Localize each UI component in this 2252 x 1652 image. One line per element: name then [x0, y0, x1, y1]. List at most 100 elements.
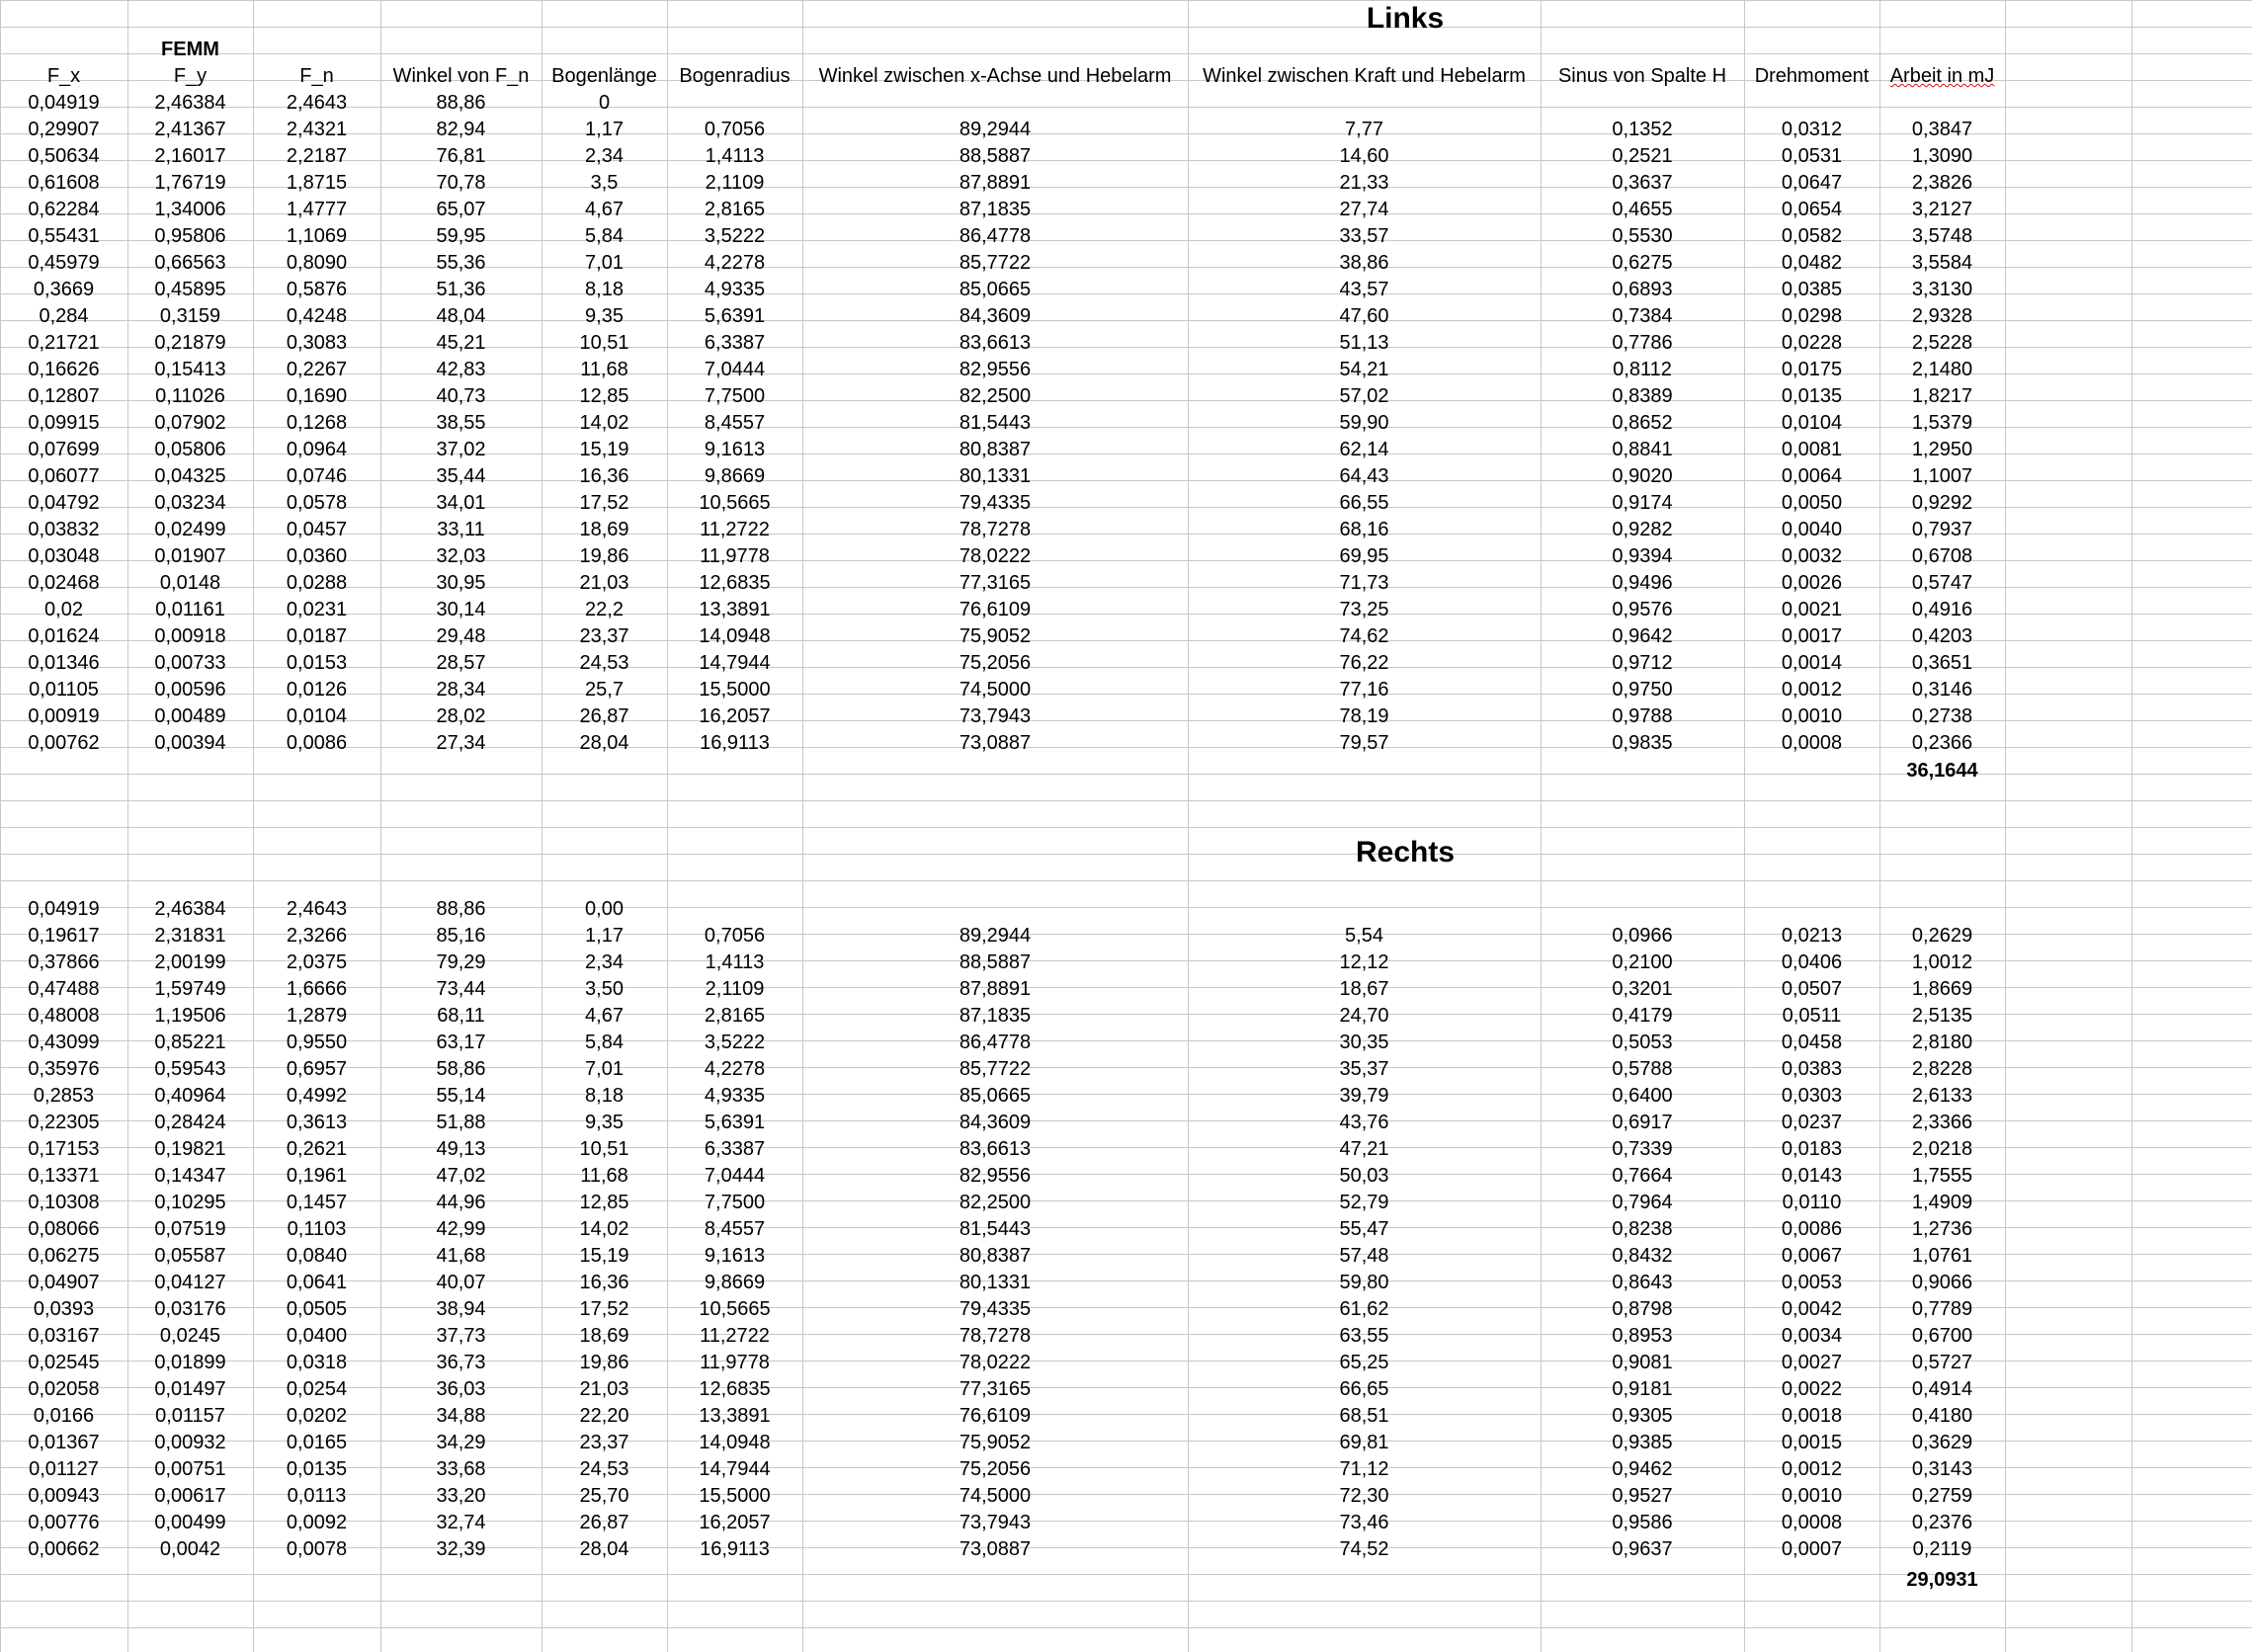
cell-winkel-x-hebelarm[interactable]: 88,5887	[802, 143, 1188, 170]
cell-winkel-kraft-hebelarm[interactable]: 24,70	[1188, 1003, 1541, 1030]
cell-bogenlaenge[interactable]: 19,86	[542, 1350, 667, 1376]
cell-winkel-fn[interactable]: 30,14	[380, 597, 542, 623]
cell-fy[interactable]: 2,41367	[127, 117, 253, 143]
cell-bogenlaenge[interactable]: 24,53	[542, 650, 667, 677]
cell-winkel-x-hebelarm[interactable]: 75,9052	[802, 1430, 1188, 1456]
cell-fy[interactable]: 0,00751	[127, 1456, 253, 1483]
cell-winkel-kraft-hebelarm[interactable]: 63,55	[1188, 1323, 1541, 1350]
cell-fx[interactable]: 0,00943	[0, 1483, 127, 1510]
cell-sinus-h[interactable]: 0,1352	[1541, 117, 1744, 143]
cell-drehmoment[interactable]: 0,0582	[1744, 223, 1879, 250]
cell-drehmoment[interactable]: 0,0010	[1744, 703, 1879, 730]
cell-fy[interactable]: 0,00617	[127, 1483, 253, 1510]
cell-fn[interactable]: 1,4777	[253, 197, 380, 223]
cell-fy[interactable]: 2,00199	[127, 950, 253, 976]
cell-bogenlaenge[interactable]: 9,35	[542, 303, 667, 330]
cell-bogenradius[interactable]: 5,6391	[667, 303, 802, 330]
cell-fn[interactable]: 0,0086	[253, 730, 380, 757]
cell-fx[interactable]: 0,50634	[0, 143, 127, 170]
cell-winkel-x-hebelarm[interactable]: 85,0665	[802, 277, 1188, 303]
cell-sinus-h[interactable]: 0,8238	[1541, 1216, 1744, 1243]
cell-bogenradius[interactable]	[667, 896, 802, 923]
cell-fn[interactable]: 0,2267	[253, 357, 380, 383]
cell-drehmoment[interactable]: 0,0012	[1744, 677, 1879, 703]
header-winkel-x-hebelarm[interactable]: Winkel zwischen x-Achse und Hebelarm	[802, 63, 1188, 90]
cell-drehmoment[interactable]: 0,0026	[1744, 570, 1879, 597]
cell-arbeit[interactable]: 0,2629	[1879, 923, 2005, 950]
cell-drehmoment[interactable]: 0,0034	[1744, 1323, 1879, 1350]
cell-bogenlaenge[interactable]: 18,69	[542, 1323, 667, 1350]
cell-drehmoment[interactable]: 0,0022	[1744, 1376, 1879, 1403]
cell-fn[interactable]: 0,0231	[253, 597, 380, 623]
cell-winkel-fn[interactable]: 36,03	[380, 1376, 542, 1403]
cell-sinus-h[interactable]	[1541, 896, 1744, 923]
cell-arbeit[interactable]	[1879, 896, 2005, 923]
cell-bogenradius[interactable]: 7,0444	[667, 357, 802, 383]
cell-bogenlaenge[interactable]: 5,84	[542, 1030, 667, 1056]
cell-fy[interactable]: 0,28424	[127, 1110, 253, 1136]
cell-winkel-fn[interactable]: 32,03	[380, 543, 542, 570]
cell-winkel-kraft-hebelarm[interactable]: 69,95	[1188, 543, 1541, 570]
cell-arbeit[interactable]: 3,5584	[1879, 250, 2005, 277]
cell-winkel-fn[interactable]: 82,94	[380, 117, 542, 143]
cell-fn[interactable]: 0,0078	[253, 1536, 380, 1563]
cell-drehmoment[interactable]: 0,0014	[1744, 650, 1879, 677]
cell-fn[interactable]: 0,3613	[253, 1110, 380, 1136]
cell-fx[interactable]: 0,01127	[0, 1456, 127, 1483]
header-drehmoment[interactable]: Drehmoment	[1744, 63, 1879, 90]
cell-winkel-fn[interactable]: 55,36	[380, 250, 542, 277]
cell-winkel-x-hebelarm[interactable]: 78,0222	[802, 1350, 1188, 1376]
cell-fy[interactable]: 0,00733	[127, 650, 253, 677]
cell-fy[interactable]: 0,03234	[127, 490, 253, 517]
cell-fn[interactable]: 0,4992	[253, 1083, 380, 1110]
cell-arbeit[interactable]: 2,9328	[1879, 303, 2005, 330]
cell-arbeit[interactable]: 0,2376	[1879, 1510, 2005, 1536]
cell-bogenlaenge[interactable]: 21,03	[542, 1376, 667, 1403]
cell-fx[interactable]: 0,01105	[0, 677, 127, 703]
cell-drehmoment[interactable]: 0,0143	[1744, 1163, 1879, 1190]
cell-fn[interactable]: 0,3083	[253, 330, 380, 357]
cell-fn[interactable]: 0,0092	[253, 1510, 380, 1536]
cell-winkel-fn[interactable]: 76,81	[380, 143, 542, 170]
cell-fx[interactable]: 0,61608	[0, 170, 127, 197]
cell-fy[interactable]: 0,01907	[127, 543, 253, 570]
cell-winkel-kraft-hebelarm[interactable]: 38,86	[1188, 250, 1541, 277]
cell-sinus-h[interactable]: 0,3201	[1541, 976, 1744, 1003]
cell-winkel-fn[interactable]: 35,44	[380, 463, 542, 490]
cell-fy[interactable]: 0,21879	[127, 330, 253, 357]
cell-fx[interactable]: 0,04907	[0, 1270, 127, 1296]
cell-sinus-h[interactable]: 0,6400	[1541, 1083, 1744, 1110]
cell-arbeit[interactable]: 0,3146	[1879, 677, 2005, 703]
cell-winkel-x-hebelarm[interactable]: 75,2056	[802, 1456, 1188, 1483]
cell-bogenlaenge[interactable]: 10,51	[542, 330, 667, 357]
cell-fy[interactable]: 0,66563	[127, 250, 253, 277]
cell-fx[interactable]: 0,10308	[0, 1190, 127, 1216]
cell-fy[interactable]: 0,00499	[127, 1510, 253, 1536]
spreadsheet-grid[interactable]: Links FEMM F_x F_y F_n Winkel von F_n Bogenl…	[0, 0, 2252, 1652]
cell-drehmoment[interactable]: 0,0050	[1744, 490, 1879, 517]
cell-winkel-x-hebelarm[interactable]: 81,5443	[802, 410, 1188, 437]
cell-arbeit[interactable]: 2,5135	[1879, 1003, 2005, 1030]
cell-winkel-kraft-hebelarm[interactable]: 78,19	[1188, 703, 1541, 730]
cell-sinus-h[interactable]: 0,9637	[1541, 1536, 1744, 1563]
cell-fx[interactable]: 0,2853	[0, 1083, 127, 1110]
cell-fx[interactable]: 0,0166	[0, 1403, 127, 1430]
cell-winkel-fn[interactable]: 88,86	[380, 896, 542, 923]
cell-arbeit[interactable]: 2,3826	[1879, 170, 2005, 197]
cell-sinus-h[interactable]: 0,2100	[1541, 950, 1744, 976]
cell-bogenlaenge[interactable]: 0,00	[542, 896, 667, 923]
cell-sinus-h[interactable]: 0,5053	[1541, 1030, 1744, 1056]
cell-winkel-kraft-hebelarm[interactable]: 59,90	[1188, 410, 1541, 437]
cell-arbeit[interactable]: 1,8217	[1879, 383, 2005, 410]
cell-arbeit[interactable]: 0,3651	[1879, 650, 2005, 677]
cell-bogenlaenge[interactable]: 8,18	[542, 277, 667, 303]
cell-fn[interactable]: 0,1268	[253, 410, 380, 437]
cell-bogenradius[interactable]: 1,4113	[667, 143, 802, 170]
cell-fn[interactable]: 2,4643	[253, 896, 380, 923]
cell-winkel-x-hebelarm[interactable]: 78,7278	[802, 1323, 1188, 1350]
cell-bogenradius[interactable]: 11,9778	[667, 1350, 802, 1376]
cell-winkel-fn[interactable]: 32,74	[380, 1510, 542, 1536]
cell-winkel-fn[interactable]: 49,13	[380, 1136, 542, 1163]
cell-fn[interactable]: 1,6666	[253, 976, 380, 1003]
cell-winkel-x-hebelarm[interactable]: 87,8891	[802, 170, 1188, 197]
